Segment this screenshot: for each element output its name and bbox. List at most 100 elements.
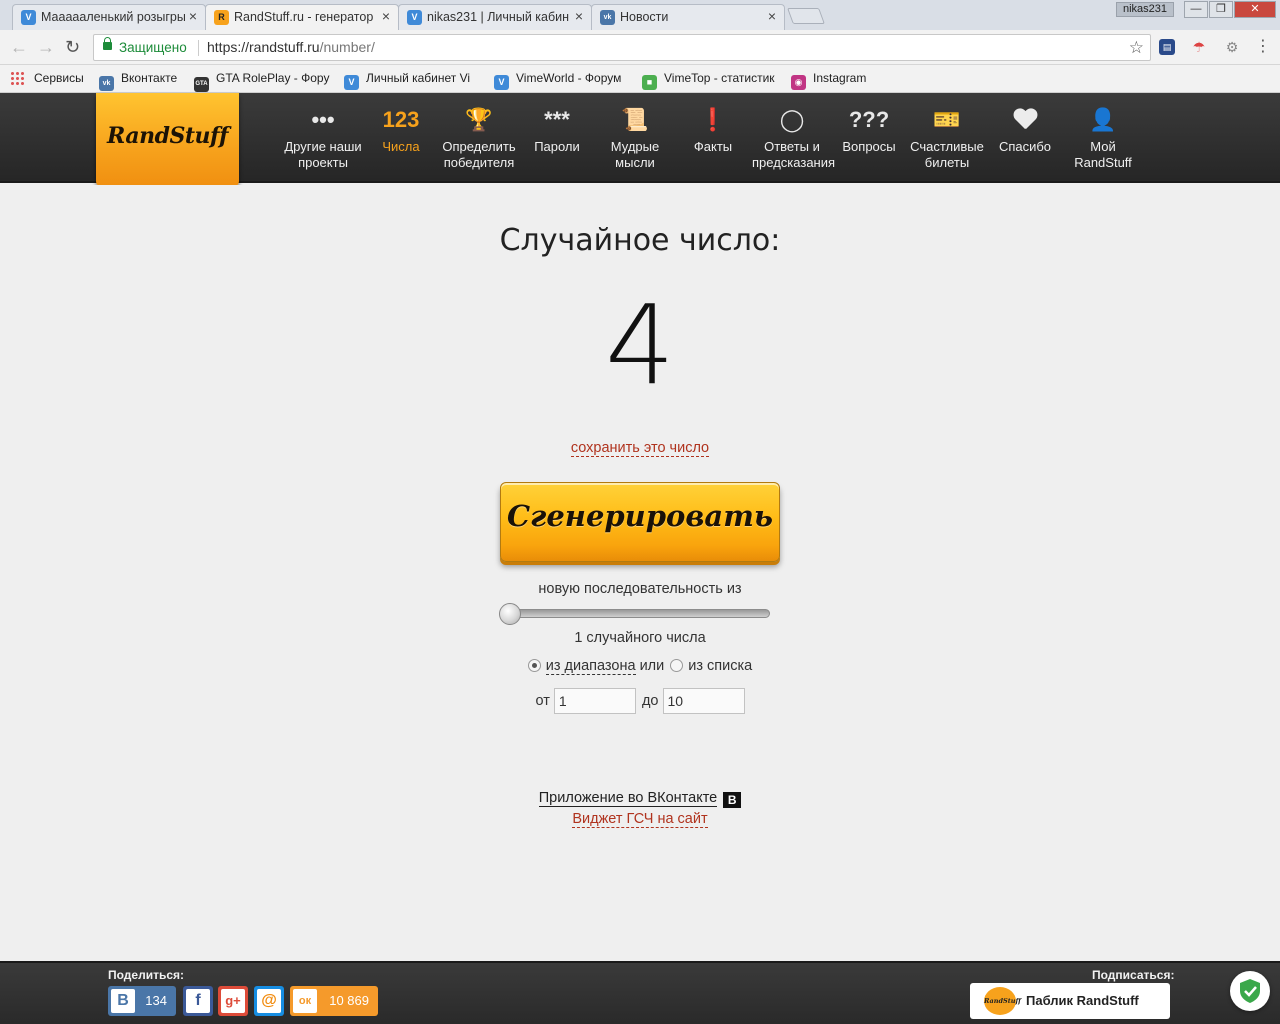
nav-label: Факты — [693, 139, 733, 154]
nav-lucky-tickets[interactable]: 🎫 Счастливые билеты — [907, 93, 987, 183]
logo-text: RandStuff — [107, 123, 228, 149]
widget-link[interactable]: Виджет ГСЧ на сайт — [572, 811, 708, 828]
new-tab-button[interactable] — [787, 8, 825, 24]
asterisks-icon: *** — [544, 107, 570, 132]
nav-label: Вопросы — [842, 139, 896, 154]
vk-app-link[interactable]: Приложение во ВКонтакте — [538, 790, 718, 807]
range-to-input[interactable] — [662, 688, 745, 714]
ticket-icon: 🎫 — [933, 107, 961, 132]
share-count: 10 869 — [329, 993, 369, 1008]
bookmark-vime-cabinet[interactable]: V Личный кабинет Vi — [344, 71, 470, 90]
nav-my-randstuff[interactable]: 👤 Мой RandStuff — [1063, 93, 1143, 183]
bookmark-label: VimeTop - статистик — [664, 71, 775, 85]
extension-umbrella-icon[interactable]: ☂ — [1191, 39, 1207, 55]
odnoklassniki-icon: ок — [293, 989, 317, 1013]
back-icon[interactable]: ← — [10, 37, 28, 58]
heart-icon-wrap — [985, 105, 1065, 139]
google-plus-icon: g+ — [221, 989, 245, 1013]
save-number-row: сохранить это число — [0, 440, 1280, 457]
nav-other-projects[interactable]: ••• Другие наши проекты — [283, 93, 363, 183]
list-mode-label[interactable]: из списка — [688, 658, 752, 674]
nav-label: Мой RandStuff — [1074, 139, 1132, 170]
reload-icon[interactable]: ↻ — [65, 37, 80, 58]
vk-badge-icon[interactable]: В — [723, 792, 742, 808]
bookmark-vkontakte[interactable]: vk Вконтакте — [99, 71, 177, 91]
sequence-label: новую последовательность из — [538, 581, 742, 597]
randstuff-public-logo: RandStuff — [984, 987, 1021, 1015]
close-tab-icon[interactable]: × — [768, 8, 776, 24]
close-tab-icon[interactable]: × — [575, 8, 583, 24]
bookmark-apps[interactable]: Сервисы — [10, 71, 84, 85]
browser-toolbar: ← → ↻ Защищено https://randstuff.ru/numb… — [0, 30, 1280, 65]
bookmark-vimeworld-forum[interactable]: V VimeWorld - Форум — [494, 71, 621, 90]
ellipsis-icon: ••• — [311, 107, 335, 132]
nav-questions[interactable]: ??? Вопросы — [829, 93, 909, 183]
close-tab-icon[interactable]: × — [382, 8, 390, 24]
nav-thanks[interactable]: Спасибо — [985, 93, 1065, 183]
randstuff-public-button[interactable]: RandStuff Паблик RandStuff — [970, 983, 1170, 1019]
save-number-link[interactable]: сохранить это число — [570, 440, 710, 457]
nav-facts[interactable]: ❗ Факты — [673, 93, 753, 183]
main-content: Случайное число: 4 сохранить это число С… — [0, 185, 1280, 961]
share-facebook-button[interactable]: f — [183, 986, 213, 1016]
close-tab-icon[interactable]: × — [189, 8, 197, 24]
nav-answers[interactable]: ◯ Ответы и предсказания — [752, 93, 836, 183]
bookmark-vimetop[interactable]: ■ VimeTop - статистик — [642, 71, 775, 90]
browser-tab-giveaway[interactable]: V Маааааленький розыгры × — [12, 4, 206, 30]
from-label: от — [535, 692, 550, 709]
shield-check-icon — [1240, 979, 1260, 1003]
list-mode-radio[interactable] — [670, 659, 684, 672]
url-path: /number/ — [319, 39, 375, 55]
bookmark-label: GTA RolePlay - Фору — [216, 71, 330, 85]
address-separator — [198, 40, 199, 56]
restore-window-button[interactable]: ❐ — [1209, 1, 1233, 18]
protection-shield-button[interactable] — [1230, 971, 1270, 1011]
numbers-icon: 123 — [382, 107, 420, 132]
vk-icon: В — [111, 989, 135, 1013]
share-google-plus-button[interactable]: g+ — [218, 986, 248, 1016]
gta-icon: GTA — [194, 77, 209, 92]
site-header: RandStuff ••• Другие наши проекты 123 Чи… — [0, 93, 1280, 187]
browser-tab-news[interactable]: vk Новости × — [591, 4, 785, 30]
url-text[interactable]: https://randstuff.ru/number/ — [207, 39, 375, 55]
browser-menu-icon[interactable]: ⋮ — [1255, 39, 1271, 55]
question-marks-icon: ??? — [848, 107, 890, 132]
bookmark-label: Личный кабинет Vi — [366, 71, 471, 85]
close-window-button[interactable]: ✕ — [1234, 1, 1276, 18]
browser-tab-randstuff[interactable]: R RandStuff.ru - генератор × — [205, 4, 399, 30]
count-slider-handle[interactable] — [499, 603, 521, 625]
bookmark-gta-roleplay[interactable]: GTA GTA RolePlay - Фору — [194, 71, 329, 92]
nav-winner[interactable]: 🏆 Определить победителя — [439, 93, 519, 183]
bookmark-label: VimeWorld - Форум — [516, 71, 622, 85]
site-logo[interactable]: RandStuff — [96, 93, 239, 187]
bookmark-instagram[interactable]: ◉ Instagram — [791, 71, 866, 90]
count-slider-track[interactable] — [501, 609, 770, 618]
minimize-window-button[interactable]: — — [1184, 1, 1208, 18]
browser-tab-bar: V Маааааленький розыгры × R RandStuff.ru… — [0, 0, 1280, 30]
address-bar[interactable]: Защищено https://randstuff.ru/number/ ☆ — [93, 34, 1151, 61]
browser-tab-cabinet[interactable]: V nikas231 | Личный кабин × — [398, 4, 592, 30]
nav-label: Ответы и предсказания — [752, 139, 836, 170]
generate-button[interactable]: Сгенерировать — [500, 482, 780, 562]
nav-passwords[interactable]: *** Пароли — [517, 93, 597, 183]
bookmark-star-icon[interactable]: ☆ — [1129, 38, 1144, 58]
count-label: 1 случайного числа — [574, 630, 706, 646]
share-vk-button[interactable]: В 134 — [108, 986, 176, 1016]
trophy-icon: 🏆 — [465, 107, 493, 132]
range-mode-label[interactable]: из диапазона — [545, 658, 636, 675]
nav-wise-thoughts[interactable]: 📜 Мудрые мысли — [595, 93, 675, 183]
share-odnoklassniki-button[interactable]: ок 10 869 — [290, 986, 378, 1016]
extension-translate-icon[interactable]: ▤ — [1159, 39, 1175, 55]
profile-name-badge[interactable]: nikas231 — [1116, 2, 1174, 17]
forward-icon[interactable]: → — [37, 37, 55, 58]
mail-at-icon: @ — [257, 989, 281, 1013]
nav-label: Пароли — [534, 139, 580, 154]
extension-gear-icon[interactable]: ⚙ — [1224, 39, 1240, 55]
nav-numbers[interactable]: 123 Числа — [361, 93, 441, 183]
bookmark-label: Сервисы — [34, 71, 84, 85]
range-from-input[interactable] — [553, 688, 636, 714]
vimetop-icon: ■ — [642, 75, 657, 90]
mode-or-text: или — [639, 658, 665, 674]
share-mail-button[interactable]: @ — [254, 986, 284, 1016]
range-mode-radio[interactable] — [527, 659, 541, 672]
